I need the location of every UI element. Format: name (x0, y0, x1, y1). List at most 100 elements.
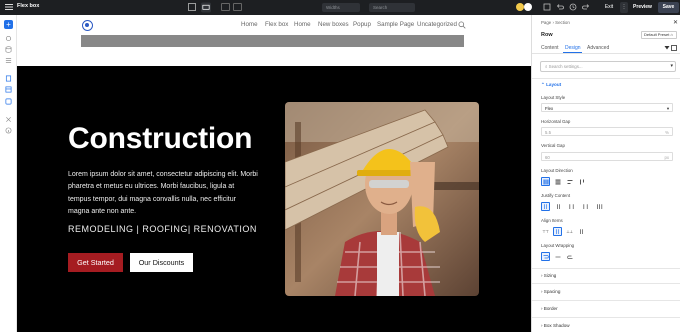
justify-end-icon[interactable]: ┃┃┃ (595, 202, 604, 211)
preview-button[interactable]: Preview (629, 2, 656, 13)
expand-icon[interactable] (671, 45, 677, 51)
border-section-header[interactable]: › Border (541, 306, 558, 311)
more-options-icon[interactable]: ⋮ (620, 2, 628, 13)
list-icon[interactable] (4, 56, 13, 65)
tab-design[interactable]: Design (565, 45, 581, 51)
vertical-gap-input[interactable]: 60 px (541, 152, 673, 161)
spacing-section-header[interactable]: › Spacing (541, 289, 560, 294)
pages-icon[interactable] (4, 74, 13, 83)
tab-content[interactable]: Content (541, 45, 559, 51)
layout-direction-label: Layout Direction (541, 168, 573, 173)
search-filter-icon[interactable]: ▾ (670, 63, 673, 69)
layout-style-select[interactable]: Flex ▾ (541, 103, 673, 112)
database-icon[interactable] (4, 45, 13, 54)
justify-start-icon[interactable]: ┃┃ (541, 202, 550, 211)
horizontal-gap-input[interactable]: 5.5 % (541, 127, 673, 136)
sizing-section-header[interactable]: › Sizing (541, 273, 556, 278)
site-header: Home Flex box Home New boxes Popup Sampl… (17, 15, 531, 35)
exit-button[interactable]: Exit (599, 2, 619, 13)
desktop-view-icon[interactable] (201, 2, 211, 12)
hero-section[interactable]: Construction Lorem ipsum dolor sit amet,… (17, 66, 531, 332)
undo-icon[interactable] (555, 2, 565, 12)
nav-link-new-boxes[interactable]: New boxes (318, 21, 349, 28)
divider (532, 317, 680, 318)
nav-link-home-2[interactable]: Home (294, 21, 311, 28)
color-dot (516, 3, 524, 11)
widths-field[interactable]: Widths (322, 3, 360, 12)
justify-content-label: Justify Content (541, 193, 571, 198)
box-shadow-section-header[interactable]: › Box Shadow (541, 323, 570, 328)
divider (532, 283, 680, 284)
hero-image (285, 102, 479, 296)
layout-section-header[interactable]: ⌃ Layout (541, 82, 561, 88)
nav-link-flex-box[interactable]: Flex box (265, 21, 288, 28)
tools-icon[interactable] (4, 115, 13, 124)
search-input[interactable]: Search (369, 3, 415, 12)
color-dot (524, 3, 532, 11)
chevron-down-icon: ▾ (666, 105, 669, 111)
get-started-button[interactable]: Get Started (68, 253, 123, 272)
close-icon[interactable]: ✕ (673, 19, 678, 26)
direction-row-icon[interactable] (541, 177, 550, 186)
direction-column-reverse-icon[interactable] (577, 177, 586, 186)
phone-view-icon[interactable] (233, 3, 242, 11)
panel-tabs: Content Design Advanced (532, 42, 680, 54)
hero-title: Construction (68, 122, 253, 155)
settings-icon[interactable] (4, 34, 13, 43)
layout-style-value: Flex (545, 105, 554, 111)
direction-row-reverse-icon[interactable] (565, 177, 574, 186)
settings-panel: Page › Section ✕ Row Default Preset ⌂ Co… (531, 15, 680, 332)
preset-select[interactable]: Default Preset ⌂ (641, 31, 677, 39)
global-icon[interactable] (4, 97, 13, 106)
site-logo[interactable] (82, 20, 93, 31)
redo-icon[interactable] (581, 2, 591, 12)
wrap-reverse-icon[interactable] (565, 252, 574, 261)
active-tab-indicator (563, 52, 582, 53)
align-end-icon[interactable]: ⊥⊥ (565, 227, 574, 236)
templates-icon[interactable] (4, 85, 13, 94)
element-title: Row (541, 32, 553, 38)
left-sidebar: + (0, 15, 17, 332)
theme-toggle[interactable] (516, 3, 534, 11)
horizontal-gap-value: 5.5 (545, 129, 551, 135)
history-icon[interactable] (568, 2, 578, 12)
justify-center-icon[interactable]: ┃┃ (554, 202, 563, 211)
settings-search-input[interactable]: ⌕ Search settings... ▾ (540, 61, 676, 72)
justify-between-icon[interactable]: ┃ ┃ (567, 202, 576, 211)
add-element-button[interactable]: + (4, 20, 13, 29)
align-start-icon[interactable]: ⊤⊤ (541, 227, 550, 236)
tab-advanced[interactable]: Advanced (587, 45, 609, 51)
menu-icon[interactable] (4, 2, 14, 12)
vertical-gap-value: 60 (545, 154, 550, 160)
help-icon[interactable] (4, 126, 13, 135)
layers-icon[interactable] (542, 2, 552, 12)
settings-search-placeholder: ⌕ Search settings... (545, 64, 583, 69)
tablet-view-icon[interactable] (221, 3, 230, 11)
filter-icon[interactable] (664, 45, 670, 51)
align-stretch-icon[interactable]: ┃┃ (577, 227, 586, 236)
divider (532, 268, 680, 269)
horizontal-gap-unit[interactable]: % (665, 130, 669, 135)
wrap-icon[interactable] (541, 252, 550, 261)
layout-wrapping-label: Layout Wrapping (541, 243, 575, 248)
save-button[interactable]: Save (658, 2, 679, 13)
nowrap-icon[interactable] (553, 252, 562, 261)
horizontal-gap-label: Horizontal Gap (541, 119, 571, 124)
page-canvas: Home Flex box Home New boxes Popup Sampl… (17, 15, 531, 332)
page-title-chevron-icon[interactable]: ⌄ (36, 2, 40, 8)
direction-column-icon[interactable] (553, 177, 562, 186)
nav-link-popup[interactable]: Popup (353, 21, 371, 28)
breadcrumb[interactable]: Page › Section (541, 20, 570, 25)
wireframe-icon[interactable] (187, 2, 197, 12)
hero-body: Lorem ipsum dolor sit amet, consectetur … (68, 171, 258, 215)
nav-link-uncategorized[interactable]: Uncategorized (417, 21, 457, 28)
search-icon[interactable] (458, 21, 466, 29)
align-center-icon[interactable]: ┃┃ (553, 227, 562, 236)
justify-around-icon[interactable]: ┃ ┃ (581, 202, 590, 211)
vertical-gap-unit[interactable]: px (664, 155, 669, 160)
our-discounts-button[interactable]: Our Discounts (130, 253, 193, 272)
layout-style-label: Layout Style (541, 95, 566, 100)
nav-link-home[interactable]: Home (241, 21, 258, 28)
divider (532, 78, 680, 79)
nav-link-sample-page[interactable]: Sample Page (377, 21, 414, 28)
